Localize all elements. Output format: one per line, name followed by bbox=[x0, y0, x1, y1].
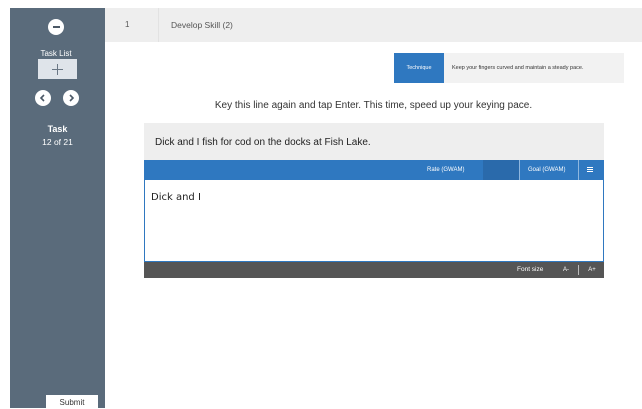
font-increase-button[interactable]: A+ bbox=[582, 262, 602, 278]
font-divider bbox=[578, 265, 579, 275]
prompt-line: Dick and I fish for cod on the docks at … bbox=[155, 137, 371, 148]
rate-value bbox=[483, 160, 519, 180]
font-size-bar: Font size A- A+ bbox=[144, 262, 604, 278]
technique-text: Keep your fingers curved and maintain a … bbox=[444, 53, 624, 83]
submit-button[interactable]: Submit bbox=[46, 395, 98, 409]
plus-icon bbox=[52, 63, 63, 75]
stats-divider bbox=[519, 160, 520, 180]
chevron-left-icon bbox=[39, 94, 45, 102]
stats-bar: Rate (GWAM) Goal (GWAM) bbox=[144, 160, 604, 180]
typing-input[interactable]: Dick and I bbox=[144, 180, 604, 262]
step-header: 1 Develop Skill (2) bbox=[105, 8, 642, 42]
task-title: Task bbox=[47, 124, 68, 134]
task-list-label: Task List bbox=[40, 49, 72, 58]
goal-label: Goal (GWAM) bbox=[528, 167, 566, 173]
chevron-right-icon bbox=[69, 94, 75, 102]
step-title: Develop Skill (2) bbox=[171, 20, 233, 30]
collapse-button[interactable] bbox=[48, 19, 64, 35]
app-page: Task List Task 12 of 21 Submit 1 Develop… bbox=[10, 8, 642, 409]
typed-text: Dick and I bbox=[151, 192, 201, 203]
previous-task-button[interactable] bbox=[35, 90, 51, 106]
font-size-label: Font size bbox=[517, 266, 544, 273]
next-task-button[interactable] bbox=[63, 90, 79, 106]
font-decrease-button[interactable]: A- bbox=[556, 262, 576, 278]
menu-icon[interactable] bbox=[587, 167, 593, 172]
prompt-line-box: Dick and I fish for cod on the docks at … bbox=[144, 123, 604, 160]
technique-badge: Technique bbox=[394, 53, 444, 83]
task-count: 12 of 21 bbox=[42, 137, 73, 147]
header-divider bbox=[158, 8, 159, 42]
task-list-button[interactable] bbox=[38, 59, 77, 79]
step-number: 1 bbox=[125, 20, 130, 29]
instruction-text: Key this line again and tap Enter. This … bbox=[214, 100, 533, 111]
sidebar: Task List Task 12 of 21 Submit bbox=[10, 8, 105, 409]
minus-icon bbox=[52, 26, 60, 28]
stats-divider bbox=[578, 160, 579, 180]
rate-label: Rate (GWAM) bbox=[427, 167, 465, 173]
